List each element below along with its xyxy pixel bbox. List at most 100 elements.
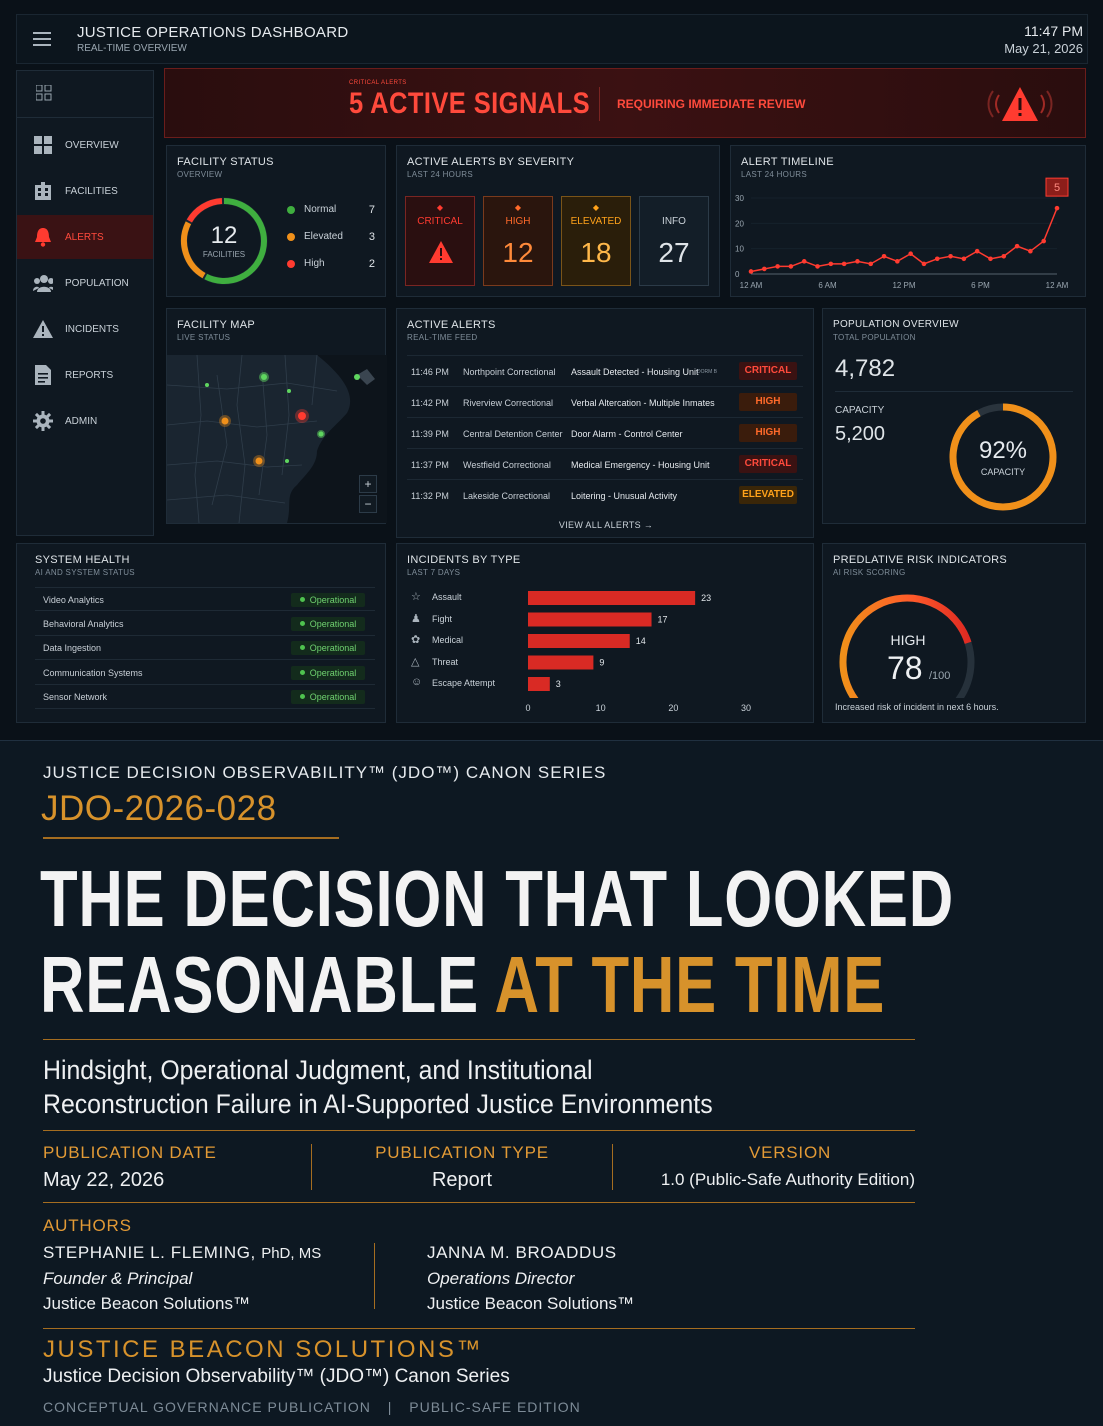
- capacity-label: CAPACITY: [835, 405, 885, 416]
- legend-label: High: [304, 258, 325, 269]
- severity-elevated-box[interactable]: ◆ ELEVATED 18: [561, 196, 631, 286]
- sidebar-item-facilities[interactable]: FACILITIES: [17, 169, 153, 213]
- status-dot: [299, 669, 305, 675]
- data-point: [948, 253, 953, 259]
- severity-info-box[interactable]: INFO 27: [639, 196, 709, 286]
- sidebar-item-label: FACILITIES: [65, 185, 118, 197]
- system-name: Behavioral Analytics: [43, 618, 124, 629]
- status-text: Operational: [309, 667, 357, 678]
- meta-type-label: PUBLICATION TYPE: [375, 1143, 549, 1162]
- alert-time: 11:32 PM: [411, 491, 449, 501]
- system-row: Behavioral Analytics Operational: [35, 612, 375, 636]
- status-dot: [299, 620, 305, 626]
- data-point: [1054, 205, 1060, 211]
- x-tick-label: 0: [525, 703, 530, 713]
- alert-row[interactable]: 11:46 PM Northpoint Correctional Assault D…: [407, 355, 803, 386]
- legend-value: 3: [368, 231, 375, 243]
- alert-timeline-panel: ALERT TIMELINE LAST 24 HOURS 0 10 20 30 12 A…: [730, 145, 1086, 297]
- alert-severity-badge: CRITICAL: [739, 455, 797, 473]
- alert-time: 11:42 PM: [411, 398, 449, 408]
- data-point: [748, 269, 754, 274]
- apps-icon[interactable]: [35, 84, 52, 101]
- facility-map[interactable]: [167, 355, 387, 523]
- sidebar-item-reports[interactable]: REPORTS: [17, 353, 153, 397]
- footer-governance: CONCEPTUAL GOVERNANCE PUBLICATION: [43, 1399, 371, 1415]
- building-icon: [33, 181, 53, 201]
- cover-title-line-2: REASONABLE AT THE TIME: [40, 939, 885, 1031]
- system-row: Sensor Network Operational: [35, 685, 375, 709]
- x-tick-label: 10: [596, 703, 606, 713]
- severity-panel: ACTIVE ALERTS BY SEVERITY LAST 24 HOURS …: [396, 145, 720, 297]
- author-1-credentials: PhD, MS: [261, 1245, 322, 1262]
- facility-map-panel: FACILITY MAP LIVE STATUS + −: [166, 308, 387, 524]
- status-text: Operational: [309, 692, 357, 702]
- meta-type-value: Report: [431, 1169, 493, 1191]
- capacity-percent-label: CAPACITY: [980, 467, 1026, 477]
- author-1-name: STEPHANIE L. FLEMING,: [43, 1243, 256, 1262]
- severity-critical-box[interactable]: ◆ CRITICAL: [405, 196, 475, 286]
- alert-row[interactable]: 11:37 PM Westfield Correctional Medical Em…: [407, 448, 803, 479]
- sidebar-item-admin[interactable]: ADMIN: [17, 399, 153, 443]
- legend-label: Elevated: [304, 231, 343, 242]
- data-point: [881, 253, 887, 259]
- alert-event: Assault Detected - Housing Unit: [571, 367, 699, 377]
- panel-subtitle: LIVE STATUS: [177, 333, 231, 342]
- alert-row[interactable]: 11:42 PM Riverview Correctional Verbal Alt…: [407, 386, 803, 417]
- alert-row[interactable]: 11:39 PM Central Detention Center Door Ala…: [407, 417, 803, 448]
- panel-subtitle: TOTAL POPULATION: [833, 333, 916, 342]
- status-dot: [287, 206, 295, 214]
- data-point: [1001, 253, 1007, 259]
- status-badge: Operational: [291, 641, 365, 655]
- zoom-in-button[interactable]: +: [359, 475, 377, 493]
- data-point: [908, 251, 913, 257]
- panel-title: ALERT TIMELINE: [741, 156, 834, 168]
- sidebar-item-incidents[interactable]: INCIDENTS: [17, 307, 153, 351]
- severity-label: ELEVATED: [570, 216, 622, 227]
- x-tick-label: 12 AM: [740, 281, 763, 290]
- data-point: [868, 261, 874, 267]
- sidebar-item-alerts[interactable]: ALERTS: [17, 215, 153, 259]
- alert-facility: Lakeside Correctional: [463, 491, 551, 501]
- data-point: [1014, 243, 1020, 249]
- severity-high-box[interactable]: ◆ HIGH 12: [483, 196, 553, 286]
- status-badge: Operational: [291, 690, 365, 704]
- data-point: [775, 264, 780, 269]
- grid-icon: [33, 135, 53, 155]
- system-name: Communication Systems: [43, 667, 143, 678]
- critical-warning-icon: [429, 241, 453, 268]
- critical-alert-banner[interactable]: CRITICAL ALERTS 5 ACTIVE SIGNALS REQUIRI…: [164, 68, 1086, 138]
- data-point: [988, 256, 993, 262]
- alert-row[interactable]: 11:32 PM Lakeside Correctional Loitering -…: [407, 479, 803, 510]
- panel-subtitle: AI AND SYSTEM STATUS: [35, 568, 135, 577]
- y-tick-label: 30: [735, 194, 744, 203]
- author-1-role: Founder & Principal: [43, 1269, 193, 1288]
- panel-title: POPULATION OVERVIEW: [833, 319, 959, 330]
- banner-note: REQUIRING IMMEDIATE REVIEW: [617, 97, 806, 111]
- facility-total-label: FACILITIES: [202, 250, 246, 259]
- alert-facility: Central Detention Center: [463, 429, 563, 439]
- sidebar-item-label: ADMIN: [65, 415, 98, 427]
- alert-event: Verbal Altercation - Multiple Inmates: [571, 398, 715, 408]
- sidebar-item-label: POPULATION: [65, 277, 129, 289]
- sidebar-item-overview[interactable]: OVERVIEW: [17, 123, 153, 167]
- status-dot: [299, 645, 305, 650]
- data-point: [828, 261, 834, 267]
- status-dot: [287, 233, 295, 241]
- data-point: [1028, 248, 1033, 254]
- sidebar-item-population[interactable]: POPULATION: [17, 261, 153, 305]
- view-all-alerts-link[interactable]: VIEW ALL ALERTS →: [397, 520, 815, 530]
- data-point: [934, 256, 940, 262]
- status-text: Operational: [309, 643, 357, 653]
- footer-separator: |: [387, 1399, 393, 1415]
- x-tick-label: 12 PM: [892, 281, 915, 290]
- data-point: [788, 264, 794, 269]
- panel-title: PREDLATIVE RISK INDICATORS: [833, 554, 1008, 566]
- divider: [835, 391, 1073, 392]
- code-underline: [43, 837, 339, 839]
- alarm-warning-icon: [985, 83, 1055, 125]
- menu-icon[interactable]: [33, 32, 51, 46]
- active-alerts-panel: ACTIVE ALERTS REAL-TIME FEED 11:46 PM Nor…: [396, 308, 814, 538]
- donut-slice-high: [186, 198, 223, 223]
- zoom-out-button[interactable]: −: [359, 495, 377, 513]
- severity-label: INFO: [662, 216, 686, 227]
